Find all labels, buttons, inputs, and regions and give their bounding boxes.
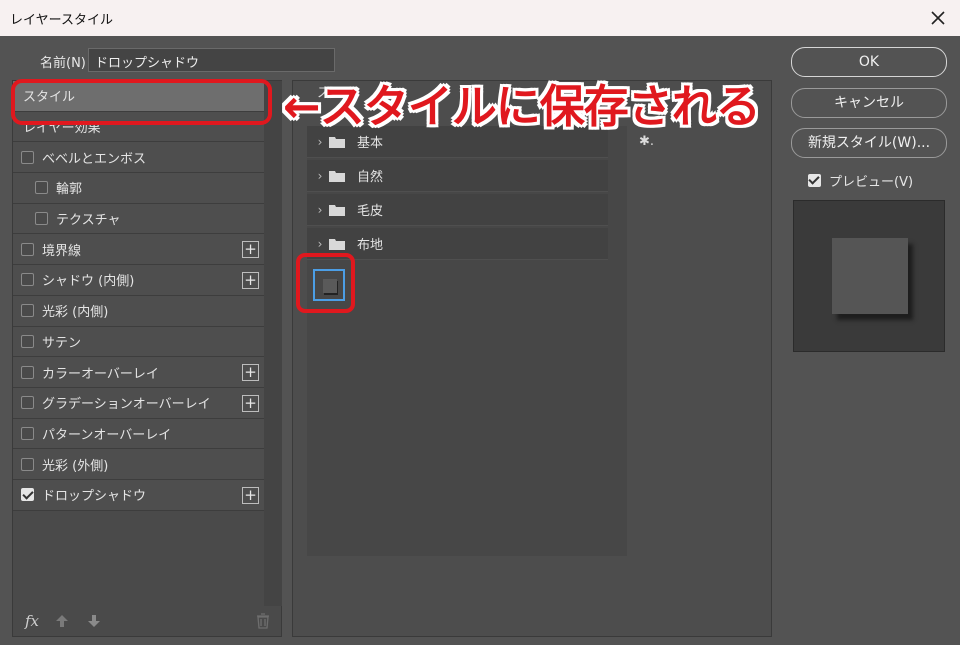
effect-item[interactable]: グラデーションオーバーレイ +	[13, 387, 264, 419]
add-effect-icon[interactable]: +	[242, 394, 259, 412]
style-folder[interactable]: › 自然	[307, 160, 608, 192]
effect-checkbox[interactable]	[35, 212, 48, 226]
style-folder[interactable]: › 毛皮	[307, 194, 608, 226]
effects-scrollbar[interactable]	[264, 81, 282, 606]
chevron-right-icon[interactable]: ›	[311, 135, 329, 149]
ok-button[interactable]: OK	[791, 47, 947, 77]
effect-checkbox[interactable]	[21, 242, 34, 256]
effects-toolbar: fx	[13, 606, 282, 637]
effect-item[interactable]: カラーオーバーレイ +	[13, 357, 264, 388]
effect-item[interactable]: 光彩 (外側)	[13, 449, 264, 480]
effect-checkbox[interactable]	[21, 334, 34, 348]
folder-icon	[329, 238, 345, 250]
highlight-saved-swatch	[296, 253, 355, 313]
effect-item[interactable]: 輪郭	[13, 173, 264, 204]
effect-label: ドロップシャドウ	[42, 489, 147, 505]
effect-checkbox[interactable]	[21, 365, 34, 379]
effect-item[interactable]: パターンオーバーレイ	[13, 418, 264, 450]
effect-label: ベベルとエンボス	[42, 151, 147, 167]
new-style-button[interactable]: 新規スタイル(W)...	[791, 128, 947, 158]
effect-item[interactable]: 境界線 +	[13, 234, 264, 266]
effect-checkbox[interactable]	[21, 457, 34, 471]
window-title: レイヤースタイル	[10, 13, 113, 28]
preview-thumbnail	[793, 200, 945, 352]
folder-icon	[329, 204, 345, 216]
annotation-text: ←スタイルに保存される	[283, 80, 761, 133]
effect-checkbox[interactable]	[21, 396, 34, 410]
styles-list: › 基本 › 自然 › 毛皮 › 布地	[307, 126, 627, 556]
preview-checkbox-box[interactable]	[808, 174, 821, 187]
effect-item[interactable]: テクスチャ	[13, 203, 264, 235]
name-label: 名前(N) :	[40, 56, 95, 71]
effect-label: テクスチャ	[56, 213, 121, 229]
style-folder-label: 自然	[357, 170, 384, 185]
close-icon[interactable]	[926, 6, 950, 30]
effect-item[interactable]: ベベルとエンボス	[13, 142, 264, 174]
folder-icon	[329, 170, 345, 182]
effects-list: スタイル レイヤー効果 ベベルとエンボス 輪郭 テクスチャ 境界線 + シャドウ (内側) + 光…	[13, 81, 264, 511]
effect-item[interactable]: 光彩 (内側)	[13, 295, 264, 327]
chevron-right-icon[interactable]: ›	[311, 203, 329, 217]
preview-checkbox[interactable]: プレビュー(V)	[808, 171, 913, 190]
effect-label: 光彩 (外側)	[42, 458, 109, 474]
add-effect-icon[interactable]: +	[242, 272, 259, 290]
effect-checkbox[interactable]	[21, 304, 34, 318]
fx-icon[interactable]: fx	[25, 612, 39, 630]
preview-label: プレビュー(V)	[829, 175, 914, 190]
effect-checkbox[interactable]	[21, 150, 34, 164]
add-effect-icon[interactable]: +	[242, 364, 259, 382]
effect-label: 境界線	[42, 243, 82, 259]
effect-item[interactable]: サテン	[13, 326, 264, 358]
preview-square	[832, 238, 908, 314]
effect-label: パターンオーバーレイ	[42, 427, 172, 443]
chevron-right-icon[interactable]: ›	[311, 237, 329, 251]
style-folder-label: 布地	[357, 238, 384, 253]
effect-label: 輪郭	[56, 182, 83, 198]
effect-checkbox[interactable]	[21, 426, 34, 440]
add-effect-icon[interactable]: +	[242, 486, 259, 504]
highlight-style-item	[11, 79, 272, 125]
chevron-right-icon[interactable]: ›	[311, 169, 329, 183]
effect-checkbox[interactable]	[21, 488, 34, 502]
folder-icon	[329, 136, 345, 148]
effect-label: グラデーションオーバーレイ	[42, 397, 211, 413]
effect-label: サテン	[42, 335, 82, 351]
effect-checkbox[interactable]	[21, 273, 34, 287]
effects-panel: スタイル レイヤー効果 ベベルとエンボス 輪郭 テクスチャ 境界線 + シャドウ (内側) + 光…	[12, 80, 282, 637]
effect-checkbox[interactable]	[35, 181, 48, 195]
effect-label: シャドウ (内側)	[42, 274, 135, 290]
move-up-icon[interactable]	[55, 614, 69, 628]
effect-item[interactable]: ドロップシャドウ +	[13, 479, 264, 511]
style-folder-label: 毛皮	[357, 204, 384, 219]
cancel-button[interactable]: キャンセル	[791, 88, 947, 118]
title-bar: レイヤースタイル	[0, 0, 960, 36]
move-down-icon[interactable]	[87, 614, 101, 628]
gear-icon[interactable]: ✱.	[639, 134, 654, 149]
effect-item[interactable]: シャドウ (内側) +	[13, 265, 264, 296]
styles-panel: ス › 基本 › 自然 › 毛皮 › 布地 ✱.	[292, 80, 772, 637]
effect-label: カラーオーバーレイ	[42, 366, 159, 382]
trash-icon[interactable]	[256, 613, 270, 629]
effect-label: 光彩 (内側)	[42, 305, 109, 321]
name-input[interactable]: ドロップシャドウ	[88, 48, 335, 72]
add-effect-icon[interactable]: +	[242, 241, 259, 259]
